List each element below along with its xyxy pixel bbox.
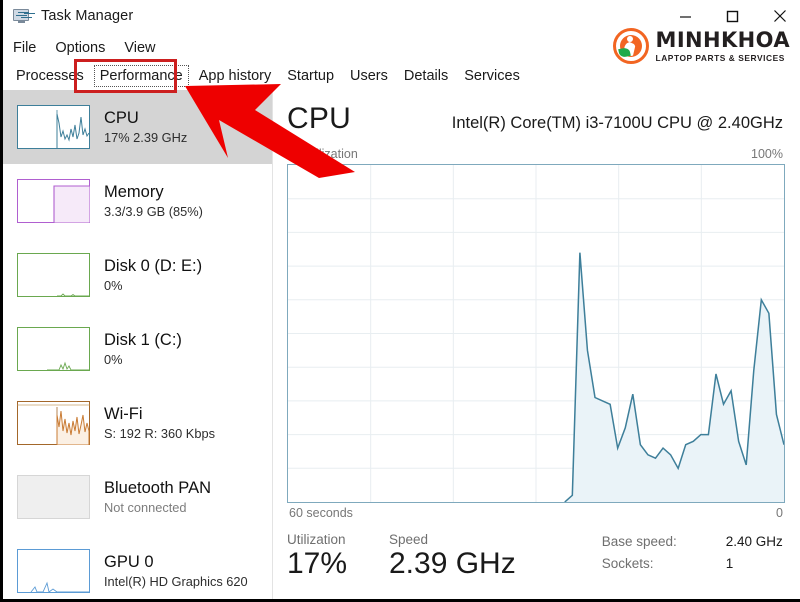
logo-mark-icon [612, 28, 649, 64]
tab-startup[interactable]: Startup [279, 66, 342, 86]
cpu-utilization-chart [287, 164, 785, 503]
sidebar-disk0-name: Disk 0 (D: E:) [104, 256, 203, 275]
task-manager-icon [13, 8, 31, 24]
sidebar-memory-detail: 3.3/3.9 GB (85%) [104, 204, 203, 220]
sidebar-gpu0-name: GPU 0 [104, 552, 154, 571]
tab-services[interactable]: Services [456, 66, 528, 86]
detail-base-speed-value: 2.40 GHz [725, 534, 783, 549]
sidebar-item-wifi[interactable]: Wi-Fi S: 192 R: 360 Kbps [3, 386, 272, 460]
sidebar-item-gpu0[interactable]: GPU 0 Intel(R) HD Graphics 620 [3, 534, 272, 599]
menu-item-view[interactable]: View [122, 39, 157, 57]
cpu-model-label: Intel(R) Core(TM) i3-7100U CPU @ 2.40GHz [451, 114, 783, 132]
stat-speed-value: 2.39 GHz [389, 547, 516, 580]
detail-sockets-label: Sockets: [601, 556, 654, 571]
performance-body: CPU 17% 2.39 GHz Memory 3.3/3.9 GB (85%) [3, 90, 800, 599]
sidebar-disk0-detail: 0% [104, 278, 123, 294]
sidebar-disk1-detail: 0% [104, 352, 123, 368]
sidebar-item-bluetooth-pan[interactable]: Bluetooth PAN Not connected [3, 460, 272, 534]
stat-utilization-value: 17% [287, 547, 348, 580]
cpu-detail-panel: CPU Intel(R) Core(TM) i3-7100U CPU @ 2.4… [273, 90, 800, 599]
graph-y-label: % Utilization [289, 147, 358, 161]
graph-y-max-label: 100% [751, 147, 783, 161]
detail-sockets-value: 1 [725, 556, 734, 571]
sidebar-cpu-detail: 17% 2.39 GHz [104, 130, 188, 146]
tab-performance[interactable]: Performance [92, 65, 191, 87]
graph-top-labels: % Utilization 100% [287, 147, 785, 161]
sidebar-item-disk1[interactable]: Disk 1 (C:) 0% [3, 312, 272, 386]
resource-sidebar: CPU 17% 2.39 GHz Memory 3.3/3.9 GB (85%) [3, 90, 273, 599]
wifi-thumbnail-graph [17, 401, 90, 445]
sidebar-wifi-name: Wi-Fi [104, 404, 143, 423]
sidebar-gpu0-detail: Intel(R) HD Graphics 620 [104, 574, 248, 590]
graph-x-right-label: 0 [776, 506, 783, 520]
menu-item-options[interactable]: Options [53, 39, 107, 57]
graph-x-left-label: 60 seconds [289, 506, 353, 520]
cpu-chart-svg [288, 165, 784, 502]
minhkhoa-logo: MINHKHOA LAPTOP PARTS & SERVICES [612, 26, 790, 66]
sidebar-disk1-name: Disk 1 (C:) [104, 330, 182, 349]
tab-bar: Processes Performance App history Startu… [3, 63, 800, 89]
tab-users[interactable]: Users [342, 66, 396, 86]
bluetooth-thumbnail-graph [17, 475, 90, 519]
cpu-stats: Utilization 17% Speed 2.39 GHz Base spee… [287, 532, 785, 580]
panel-header: CPU Intel(R) Core(TM) i3-7100U CPU @ 2.4… [287, 90, 785, 136]
task-manager-window: Task Manager MINHKHOA LAPTOP PARTS & SER… [0, 0, 800, 602]
menu-bar: File Options View [3, 35, 158, 60]
gpu0-thumbnail-graph [17, 549, 90, 593]
cpu-thumbnail-graph [17, 105, 90, 149]
page-title: CPU [287, 102, 351, 135]
sidebar-item-disk0[interactable]: Disk 0 (D: E:) 0% [3, 238, 272, 312]
tab-app-history[interactable]: App history [191, 66, 280, 86]
disk0-thumbnail-graph [17, 253, 90, 297]
tab-processes[interactable]: Processes [8, 66, 92, 86]
sidebar-bluetooth-detail: Not connected [104, 500, 187, 516]
logo-tagline: LAPTOP PARTS & SERVICES [655, 52, 785, 63]
stat-utilization: Utilization 17% [287, 532, 365, 580]
memory-thumbnail-graph [17, 179, 90, 223]
sidebar-item-memory[interactable]: Memory 3.3/3.9 GB (85%) [3, 164, 272, 238]
cpu-detail-list: Base speed: 2.40 GHz Sockets: 1 [602, 532, 783, 580]
sidebar-cpu-name: CPU [104, 108, 139, 127]
logo-name: MINHKHOA [655, 27, 790, 52]
sidebar-wifi-detail: S: 192 R: 360 Kbps [104, 426, 215, 442]
detail-base-speed-label: Base speed: [601, 534, 677, 549]
tab-focus-outline [93, 65, 189, 87]
menu-item-file[interactable]: File [11, 39, 38, 57]
chart-area-fill [564, 252, 784, 502]
sidebar-memory-name: Memory [104, 182, 164, 201]
stat-speed: Speed 2.39 GHz [389, 532, 516, 580]
disk1-thumbnail-graph [17, 327, 90, 371]
window-title: Task Manager [41, 8, 134, 24]
sidebar-bluetooth-name: Bluetooth PAN [104, 478, 212, 497]
sidebar-item-cpu[interactable]: CPU 17% 2.39 GHz [3, 90, 272, 164]
tab-details[interactable]: Details [396, 66, 456, 86]
stat-speed-label: Speed [389, 532, 429, 547]
graph-bottom-labels: 60 seconds 0 [287, 506, 785, 520]
stat-utilization-label: Utilization [287, 532, 346, 547]
